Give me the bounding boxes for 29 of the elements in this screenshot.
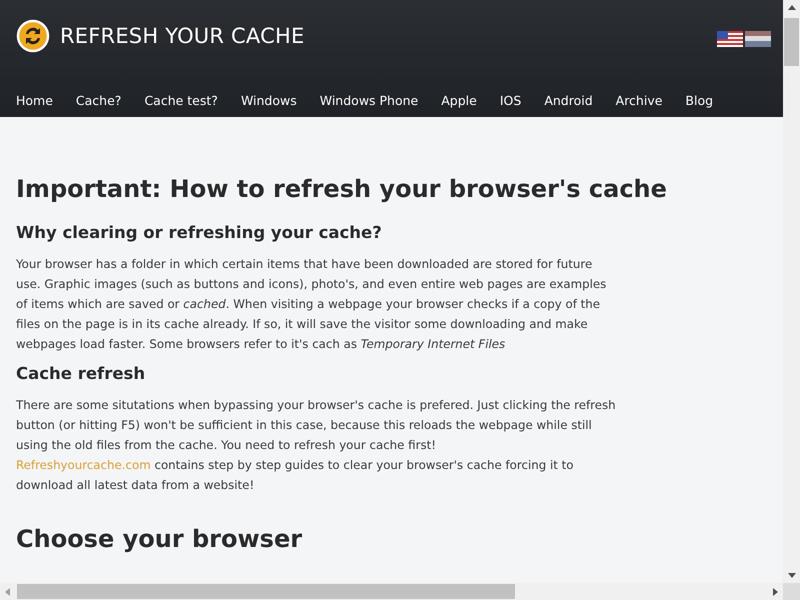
scroll-left-icon[interactable]: [5, 588, 10, 596]
page-heading: Important: How to refresh your browser's cache: [16, 175, 668, 203]
nav-link[interactable]: Windows Phone: [320, 93, 418, 108]
scroll-right-icon[interactable]: [773, 588, 778, 596]
scroll-down-icon[interactable]: [788, 573, 796, 578]
nav-link[interactable]: IOS: [500, 93, 522, 108]
dutch-flag-icon[interactable]: [745, 31, 771, 47]
section-heading: Why clearing or refreshing your cache?: [16, 223, 383, 242]
paragraph: There are some situtations when bypassing your browser's cache is prefered. Just clicking the refresh button (or hitting F5) won't be sufficient in this case, because this reloads the webpage while still using the old files from the cache. You need to refresh your cache first! Refreshyourcache.com contains step by step guides to clear your browser's cache forcing it to download all latest data from a website!: [16, 397, 616, 494]
us-flag-icon[interactable]: [717, 31, 743, 47]
nav-link[interactable]: Cache test?: [144, 93, 218, 108]
nav-link[interactable]: Cache?: [76, 93, 122, 108]
nav-link[interactable]: Android: [544, 93, 593, 108]
scrollbar-thumb[interactable]: [784, 18, 799, 66]
nav-link[interactable]: Windows: [240, 93, 297, 108]
nav-link[interactable]: Archive: [616, 93, 662, 108]
nav-link[interactable]: Home: [16, 93, 53, 108]
scrollbar-corner: [783, 583, 800, 600]
paragraph: Your browser has a folder in which certain items that have been downloaded are stored for future use. Graphic images (such as buttons and icons), photo's, and even entire web pages are examples of items which are saved or cached. When visiting a webpage your browser checks if a copy of the files on the page is in its cache already. If so, it will save the visitor some downloading and make webpages load faster. Some browsers refer to it's cach as Temporary Internet Files: [16, 256, 608, 353]
refresh-logo-icon[interactable]: [16, 19, 50, 53]
scroll-up-icon[interactable]: [788, 5, 796, 10]
scrollbar-thumb[interactable]: [17, 584, 515, 599]
nav-link[interactable]: Blog: [685, 93, 714, 108]
page-heading: Choose your browser: [16, 525, 304, 553]
site-title[interactable]: REFRESH YOUR CACHE: [60, 24, 304, 48]
section-heading: Cache refresh: [16, 364, 146, 383]
nav-link[interactable]: Apple: [441, 93, 477, 108]
vertical-scrollbar[interactable]: [783, 0, 800, 583]
horizontal-scrollbar[interactable]: [0, 583, 783, 600]
